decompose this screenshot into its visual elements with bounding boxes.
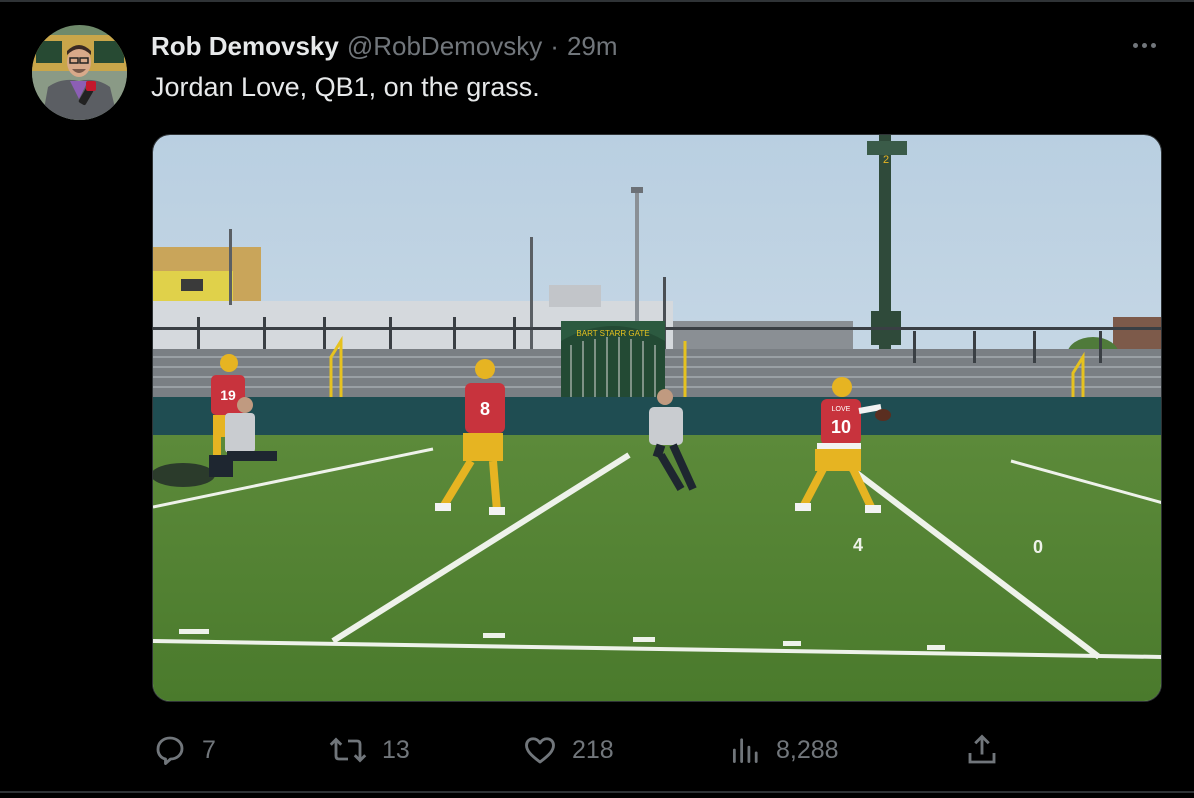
avatar-image — [32, 25, 127, 120]
share-upload-icon — [968, 734, 996, 764]
separator-dot: · — [550, 30, 559, 61]
tweet-text: Jordan Love, QB1, on the grass. — [151, 72, 540, 102]
more-options-button[interactable] — [1126, 32, 1162, 58]
tweet-header: Rob Demovsky @RobDemovsky · 29m — [151, 30, 618, 62]
view-count: 8,288 — [776, 735, 839, 764]
jersey-number-10: 10 — [831, 417, 851, 437]
author-handle[interactable]: @RobDemovsky — [347, 31, 542, 62]
reply-icon — [156, 736, 184, 765]
share-button[interactable] — [964, 728, 1000, 772]
like-count: 218 — [572, 735, 614, 764]
more-dot-icon — [1141, 42, 1147, 48]
jersey-number-19: 19 — [220, 387, 236, 403]
retweet-count: 13 — [382, 735, 410, 764]
reply-button[interactable]: 7 — [152, 728, 216, 772]
more-dot-icon — [1132, 42, 1138, 48]
tweet-timestamp[interactable]: 29m — [567, 31, 618, 62]
like-button[interactable]: 218 — [522, 728, 614, 772]
author-name[interactable]: Rob Demovsky — [151, 31, 339, 62]
views-chart-icon — [732, 738, 758, 764]
jersey-number-8: 8 — [480, 399, 490, 419]
practice-field-photo: 2 BART STARR GATE 4 0 19 8 LOVE 10 — [153, 135, 1161, 701]
views-button[interactable]: 8,288 — [730, 728, 839, 772]
tweet-action-bar: 7 13 218 8,288 — [0, 728, 1194, 772]
reply-count: 7 — [202, 735, 216, 764]
tweet-photo[interactable]: 2 BART STARR GATE 4 0 19 8 LOVE 10 — [152, 134, 1162, 702]
author-avatar[interactable] — [32, 25, 127, 120]
heart-icon — [525, 737, 555, 764]
more-dot-icon — [1150, 42, 1156, 48]
gate-sign: BART STARR GATE — [576, 329, 649, 338]
bottom-divider — [0, 791, 1194, 793]
top-divider — [0, 0, 1194, 2]
retweet-icon — [329, 737, 367, 763]
jersey-name: LOVE — [832, 406, 851, 413]
pole-number: 2 — [883, 154, 889, 166]
yard-number-four: 4 — [853, 535, 863, 555]
retweet-button[interactable]: 13 — [328, 728, 410, 772]
yard-number-zero: 0 — [1033, 537, 1043, 557]
